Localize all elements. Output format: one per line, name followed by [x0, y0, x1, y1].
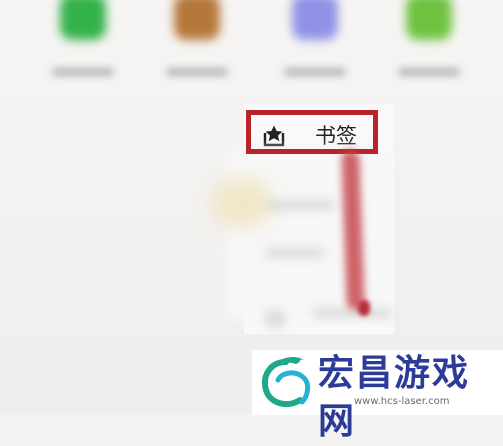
- app-label: [52, 68, 114, 76]
- blurred-highlight: [212, 178, 272, 228]
- app-shortcut-row: [0, 0, 503, 95]
- app-label: [398, 68, 460, 76]
- app-icon: [292, 0, 338, 40]
- blurred-row: [265, 248, 325, 258]
- pointer-arrow-tip: [358, 300, 370, 316]
- highlight-box: [246, 110, 378, 154]
- blurred-row: [265, 200, 335, 210]
- app-shortcut-3[interactable]: [280, 0, 350, 90]
- app-shortcut-1[interactable]: [48, 0, 118, 90]
- app-icon: [60, 0, 106, 40]
- watermark-url: www.hcs-laser.com: [354, 396, 450, 407]
- app-label: [284, 68, 346, 76]
- app-icon: [406, 0, 452, 40]
- blurred-icon: [265, 310, 285, 328]
- screen: 书签 宏昌游戏网 www.hcs-laser.com: [0, 0, 503, 442]
- app-shortcut-2[interactable]: [162, 0, 232, 90]
- watermark: 宏昌游戏网 www.hcs-laser.com: [252, 350, 503, 442]
- app-shortcut-4[interactable]: [394, 0, 464, 90]
- app-icon: [174, 0, 220, 40]
- watermark-logo-icon: [262, 357, 311, 408]
- app-label: [166, 68, 228, 76]
